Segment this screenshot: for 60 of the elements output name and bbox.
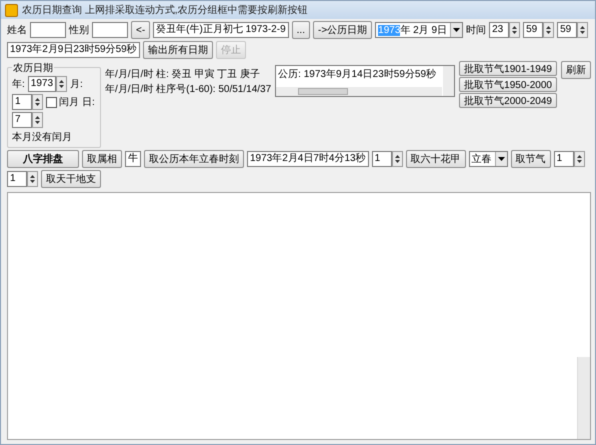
- solar-term-button[interactable]: 批取节气2000-2049: [459, 93, 557, 108]
- checkbox-label: 闰月: [59, 96, 79, 109]
- spin-field[interactable]: 1: [372, 151, 392, 167]
- spin-arrows-icon[interactable]: [27, 171, 38, 187]
- field-label: 日:: [82, 96, 95, 109]
- app-icon: [5, 4, 18, 16]
- solar-term-button[interactable]: 批取节气1901-1949: [459, 61, 557, 76]
- spin-field[interactable]: 1: [554, 151, 574, 167]
- push-button[interactable]: 输出所有日期: [142, 41, 213, 59]
- horizontal-scrollbar[interactable]: [276, 87, 442, 96]
- spin-arrows-icon[interactable]: [509, 22, 520, 38]
- spin-arrows-icon[interactable]: [577, 22, 588, 38]
- input-field[interactable]: 牛: [125, 151, 141, 167]
- spin-field[interactable]: 59: [557, 22, 578, 38]
- push-button[interactable]: <-: [131, 21, 150, 39]
- push-button[interactable]: ...: [292, 21, 310, 39]
- push-button[interactable]: 八字排盘: [7, 150, 79, 168]
- spin-field[interactable]: 1973: [28, 76, 56, 92]
- dropdown[interactable]: 1973年 2月 9日: [375, 22, 464, 38]
- spin-arrows-icon[interactable]: [32, 94, 43, 110]
- field-label: 性别: [69, 24, 89, 37]
- input-field[interactable]: 1973年2月9日23时59分59秒: [7, 42, 140, 58]
- spin-field[interactable]: 59: [523, 22, 544, 38]
- input-field[interactable]: 癸丑年(牛)正月初七 1973-2-9: [153, 22, 289, 38]
- field-label: 姓名: [7, 24, 27, 37]
- refresh-button[interactable]: 刷新: [561, 61, 591, 79]
- push-button: 停止: [216, 41, 246, 59]
- field-label: 年:: [12, 78, 25, 91]
- spin-field[interactable]: 1: [7, 171, 27, 187]
- push-button[interactable]: 取公历本年立春时刻: [144, 150, 244, 168]
- group-title: 农历日期: [12, 61, 54, 75]
- spin-field[interactable]: 7: [12, 112, 32, 128]
- pillar-text: 年/月/日/时 柱: 癸丑 甲寅 丁丑 庚子: [105, 68, 262, 81]
- field-label: 本月没有闰月: [12, 130, 72, 144]
- input-field[interactable]: [30, 22, 66, 38]
- vertical-scrollbar[interactable]: [443, 66, 454, 96]
- field-label: 月:: [70, 78, 83, 91]
- dropdown[interactable]: 立春: [468, 151, 508, 167]
- push-button[interactable]: 取天干地支: [41, 170, 101, 188]
- spin-arrows-icon[interactable]: [32, 112, 43, 128]
- spin-arrows-icon[interactable]: [56, 76, 68, 92]
- spin-field[interactable]: 23: [489, 22, 510, 38]
- spin-arrows-icon[interactable]: [543, 22, 554, 38]
- memo-text: 公历: 1973年9月14日23时59分59秒: [277, 68, 438, 82]
- field-label: 时间: [466, 24, 486, 37]
- checkbox[interactable]: [46, 96, 57, 108]
- input-field[interactable]: 1973年2月4日7时4分13秒: [247, 151, 369, 167]
- spin-arrows-icon[interactable]: [574, 151, 585, 167]
- window-title: 农历日期查询 上网排采取连动方式,农历分组框中需要按刷新按钮: [22, 4, 308, 17]
- spin-arrows-icon[interactable]: [392, 151, 403, 167]
- spin-field[interactable]: 1: [12, 94, 32, 110]
- pillar-text: 年/月/日/时 柱序号(1-60): 50/51/14/37: [105, 82, 272, 96]
- push-button[interactable]: 取六十花甲: [406, 150, 466, 168]
- solar-term-button[interactable]: 批取节气1950-2000: [459, 77, 557, 92]
- push-button[interactable]: 取属相: [82, 150, 122, 168]
- vertical-scrollbar[interactable]: [577, 357, 590, 439]
- input-field[interactable]: [92, 22, 128, 38]
- push-button[interactable]: 取节气: [510, 150, 551, 168]
- solar-date-memo[interactable]: 公历: 1973年9月14日23时59分59秒: [275, 65, 456, 97]
- push-button[interactable]: ->公历日期: [312, 21, 372, 39]
